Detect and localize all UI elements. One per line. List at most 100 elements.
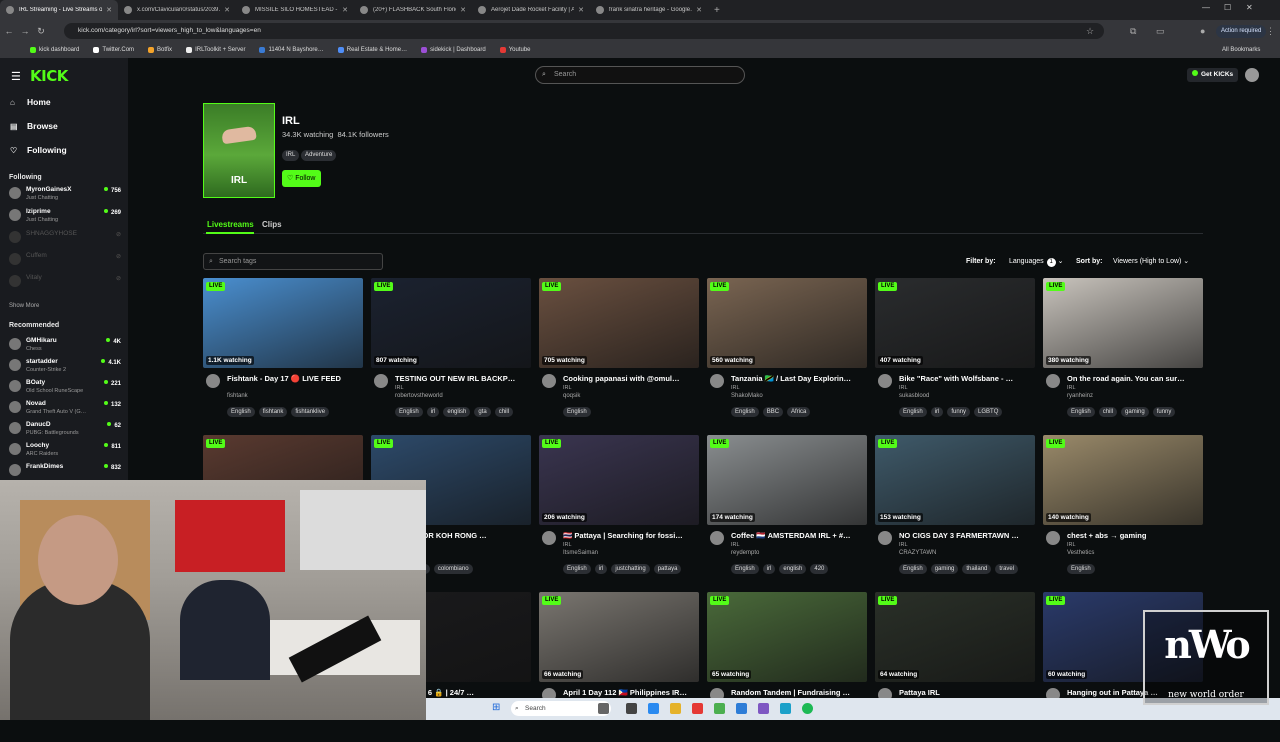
- stream-thumbnail[interactable]: LIVE 64 watching: [875, 592, 1035, 682]
- discord-icon[interactable]: [758, 703, 769, 714]
- bookmark-item[interactable]: IRLToolkit + Server: [186, 47, 245, 53]
- sidebar-channel[interactable]: startadder Counter-Strike 2 4.1K: [9, 357, 121, 377]
- close-tab-icon[interactable]: ✕: [460, 6, 466, 14]
- stream-tag[interactable]: gaming: [930, 564, 959, 574]
- stream-tag[interactable]: chill: [494, 407, 514, 417]
- stream-thumbnail[interactable]: LIVE 206 watching: [539, 435, 699, 525]
- bookmark-item[interactable]: Twitter.Com: [93, 47, 134, 53]
- stream-title[interactable]: Cooking papanasi with @omul…: [563, 374, 699, 383]
- streamer-avatar[interactable]: [374, 374, 388, 388]
- sidebar-channel[interactable]: Cuffem ⊘: [9, 251, 121, 271]
- stream-thumbnail[interactable]: LIVE 1.1K watching: [203, 278, 363, 368]
- tag-search-input[interactable]: ⌕ Search tags: [203, 253, 383, 270]
- follow-button[interactable]: ♡ Follow: [282, 170, 321, 187]
- stream-tag[interactable]: English: [731, 564, 759, 574]
- stream-tag[interactable]: fishtanklive: [291, 407, 330, 417]
- bookmark-item[interactable]: Botfix: [148, 47, 172, 53]
- stream-tag[interactable]: BBC: [762, 407, 784, 417]
- stream-category[interactable]: IRL: [1067, 542, 1076, 548]
- bookmark-item[interactable]: kick dashboard: [30, 47, 79, 53]
- sidebar-icon[interactable]: ▭: [1156, 26, 1165, 37]
- sidebar-item-home[interactable]: ⌂ Home: [10, 97, 51, 107]
- stream-card[interactable]: LIVE 1.1K watching Fishtank - Day 17 🔴 LIV…: [203, 278, 363, 428]
- streamer-avatar[interactable]: [1046, 531, 1060, 545]
- streamer-avatar[interactable]: [542, 374, 556, 388]
- stream-tag[interactable]: English: [899, 564, 927, 574]
- streamer-name[interactable]: ItsmeSaiman: [563, 550, 598, 556]
- streamer-avatar[interactable]: [878, 374, 892, 388]
- stream-thumbnail[interactable]: LIVE 380 watching: [1043, 278, 1203, 368]
- search-input[interactable]: ⌕ Search: [535, 66, 745, 84]
- stream-title[interactable]: Random Tandem | Fundraising …: [731, 688, 867, 697]
- category-tag-irl[interactable]: IRL: [282, 150, 300, 161]
- stream-title[interactable]: Tanzania 🇹🇿 / Last Day Explorin…: [731, 374, 867, 383]
- stream-tag[interactable]: funny: [1152, 407, 1176, 417]
- stream-title[interactable]: Fishtank - Day 17 🔴 LIVE FEED: [227, 374, 363, 383]
- stream-thumbnail[interactable]: LIVE 174 watching: [707, 435, 867, 525]
- sidebar-channel[interactable]: GMHikaru Chess 4K: [9, 336, 121, 356]
- close-tab-icon[interactable]: ✕: [106, 6, 112, 14]
- streamer-name[interactable]: sukasblood: [899, 393, 929, 399]
- stream-card[interactable]: LIVE 174 watching Coffee 🇳🇱 AMSTERDAM IRL …: [707, 435, 867, 585]
- minimize-icon[interactable]: —: [1202, 3, 1210, 12]
- address-bar[interactable]: kick.com/category/irl?sort=viewers_high_…: [64, 23, 1104, 39]
- stream-card[interactable]: LIVE 206 watching 🇹🇭 Pattaya | Searching f…: [539, 435, 699, 585]
- stream-tag[interactable]: gta: [474, 407, 491, 417]
- stream-card[interactable]: LIVE 380 watching On the road again. You c…: [1043, 278, 1203, 428]
- close-tab-icon[interactable]: ✕: [224, 6, 230, 14]
- stream-tag[interactable]: English: [899, 407, 927, 417]
- chrome-icon[interactable]: [714, 703, 725, 714]
- stream-card[interactable]: LIVE 153 watching NO CIGS DAY 3 FARMERTAWN…: [875, 435, 1035, 585]
- task-view-icon[interactable]: [598, 703, 609, 714]
- stream-tag[interactable]: colombiano: [433, 564, 473, 574]
- stream-title[interactable]: chest + abs → gaming: [1067, 531, 1203, 540]
- stream-thumbnail[interactable]: LIVE 560 watching: [707, 278, 867, 368]
- streamer-avatar[interactable]: [1046, 374, 1060, 388]
- sidebar-channel[interactable]: Novad Grand Theft Auto V (G… 132: [9, 399, 121, 419]
- sidebar-item-following[interactable]: ♡ Following: [10, 145, 67, 155]
- sidebar-channel[interactable]: Iziprime Just Chatting 269: [9, 207, 121, 227]
- bookmark-item[interactable]: 11404 N Bayshore…: [259, 47, 324, 53]
- all-bookmarks[interactable]: All Bookmarks: [1222, 47, 1260, 53]
- stream-tag[interactable]: 420: [810, 564, 829, 574]
- stream-thumbnail[interactable]: LIVE 407 watching: [875, 278, 1035, 368]
- stream-tag[interactable]: English: [563, 407, 591, 417]
- stream-category[interactable]: IRL: [731, 385, 740, 391]
- stream-tag[interactable]: English: [1067, 407, 1095, 417]
- stream-tag[interactable]: pattaya: [653, 564, 682, 574]
- sidebar-item-browse[interactable]: ▤ Browse: [10, 121, 58, 131]
- stream-title[interactable]: On the road again. You can sur…: [1067, 374, 1203, 383]
- stream-category[interactable]: IRL: [899, 385, 908, 391]
- stream-tag[interactable]: chill: [1098, 407, 1118, 417]
- stream-tag[interactable]: irl: [594, 564, 608, 574]
- stream-title[interactable]: Pattaya IRL: [899, 688, 1035, 697]
- stream-tag[interactable]: English: [395, 407, 423, 417]
- streamer-name[interactable]: robertovstheworld: [395, 393, 443, 399]
- sidebar-channel[interactable]: BOaty Old School RuneScape 221: [9, 378, 121, 398]
- kick-logo[interactable]: KICK: [30, 67, 68, 85]
- sidebar-channel[interactable]: Vitaly ⊘: [9, 273, 121, 293]
- streamer-name[interactable]: CRAZYTAWN: [899, 550, 936, 556]
- streamer-avatar[interactable]: [542, 531, 556, 545]
- hamburger-menu-icon[interactable]: ☰: [11, 70, 21, 83]
- bookmark-star-icon[interactable]: ☆: [1086, 26, 1094, 37]
- stream-tag[interactable]: gaming: [1121, 407, 1149, 417]
- stream-category[interactable]: IRL: [395, 385, 404, 391]
- user-avatar[interactable]: [1245, 68, 1259, 82]
- browser-tab[interactable]: frank sinatra heritage - Google… ✕: [590, 0, 708, 20]
- stream-tag[interactable]: english: [779, 564, 807, 574]
- stream-tag[interactable]: Africa: [787, 407, 811, 417]
- stream-tag[interactable]: English: [227, 407, 255, 417]
- stream-category[interactable]: IRL: [1067, 385, 1076, 391]
- streamer-avatar[interactable]: [206, 374, 220, 388]
- stream-title[interactable]: 🇹🇭 Pattaya | Searching for fossi…: [563, 531, 699, 540]
- bookmark-item[interactable]: Real Estate & Home…: [337, 47, 407, 53]
- back-icon[interactable]: ←: [2, 26, 16, 36]
- terminal-icon[interactable]: [626, 703, 637, 714]
- stream-tag[interactable]: English: [1067, 564, 1095, 574]
- bookmark-item[interactable]: Youtube: [499, 47, 531, 53]
- sort-dropdown[interactable]: Viewers (High to Low) ⌄: [1110, 255, 1200, 268]
- windows-start-icon[interactable]: ⊞: [492, 702, 500, 713]
- stream-thumbnail[interactable]: LIVE 705 watching: [539, 278, 699, 368]
- stream-tag[interactable]: English: [563, 564, 591, 574]
